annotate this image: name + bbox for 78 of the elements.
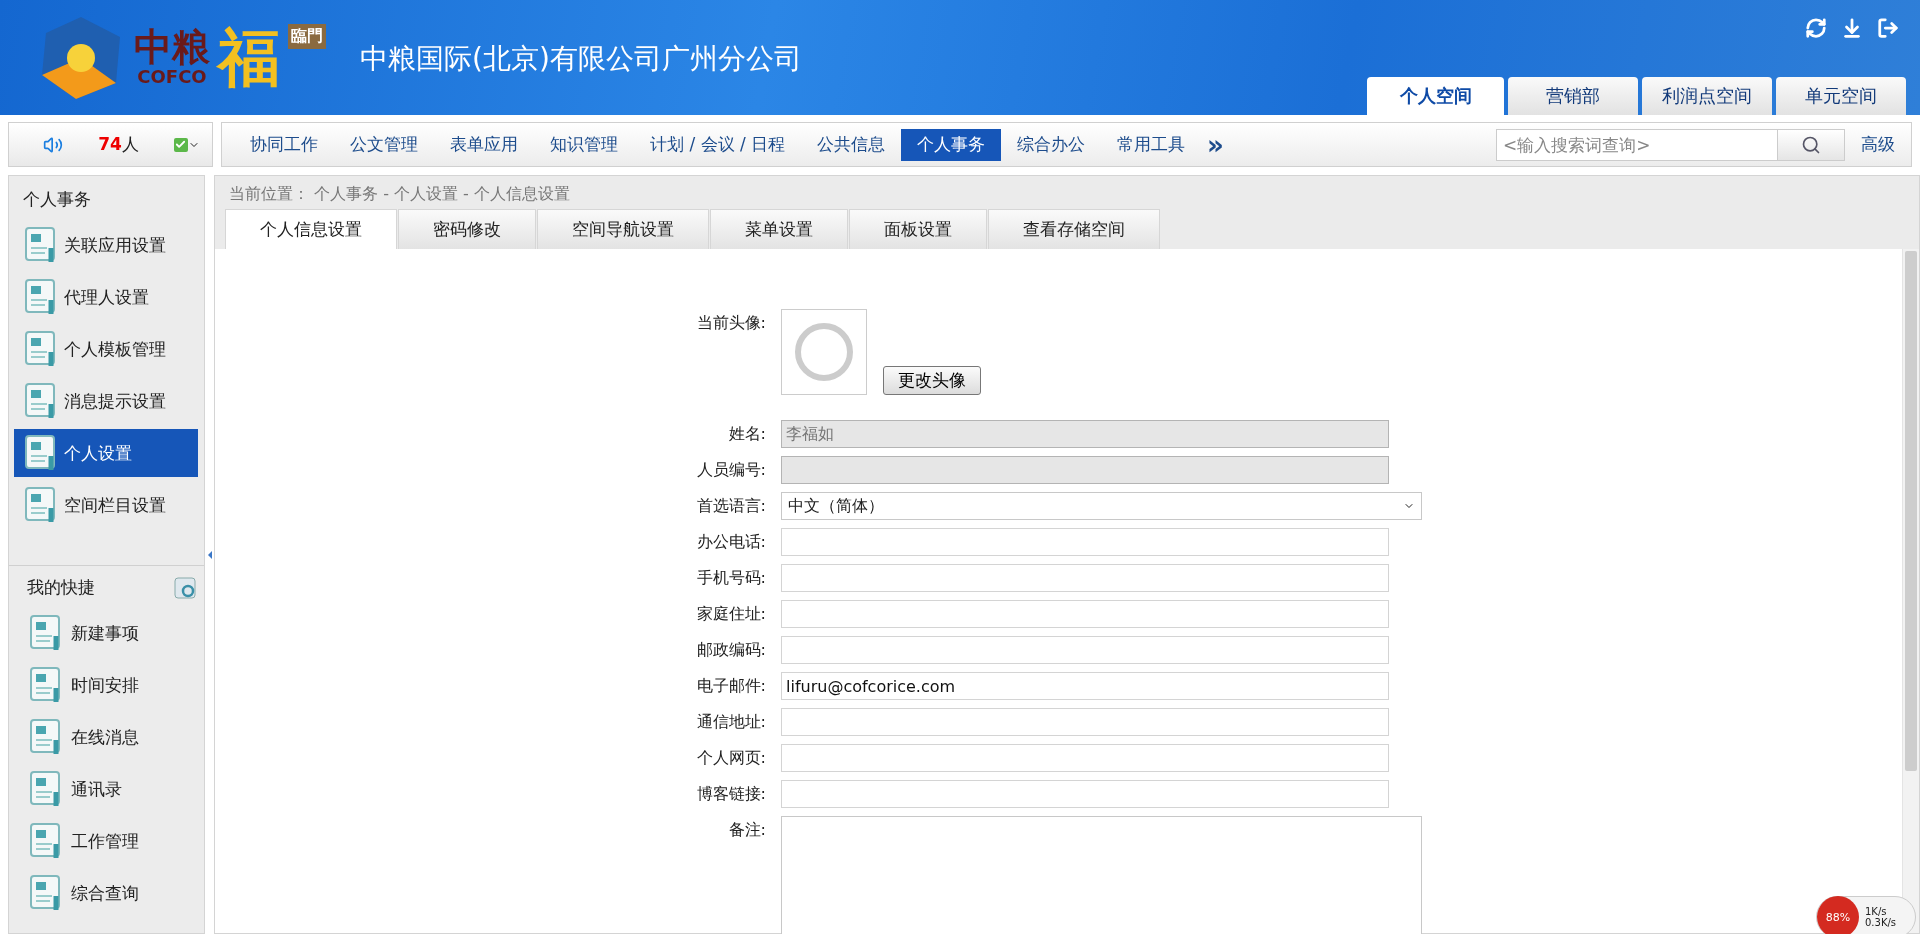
field-label: 博客链接: — [695, 783, 766, 805]
sidebar-item[interactable]: 个人设置 — [14, 429, 198, 477]
space-tab[interactable]: 个人空间 — [1367, 77, 1504, 115]
logo-calligraphy: 福 — [218, 26, 280, 89]
settings-tab[interactable]: 个人信息设置 — [225, 209, 397, 249]
field-label: 备注: — [727, 819, 766, 841]
shortcut-item[interactable]: 综合查询 — [9, 867, 204, 919]
settings-tab[interactable]: 密码修改 — [398, 209, 536, 249]
language-select[interactable]: 中文（简体） — [781, 492, 1422, 520]
company-title: 中粮国际(北京)有限公司广州分公司 — [360, 41, 802, 77]
sidebar-item[interactable]: 消息提示设置 — [14, 377, 198, 425]
field-label: 邮政编码: — [695, 639, 766, 661]
settings-tab[interactable]: 查看存储空间 — [988, 209, 1160, 249]
settings-tab[interactable]: 菜单设置 — [710, 209, 848, 249]
advanced-search-link[interactable]: 高级 — [1845, 133, 1911, 156]
menu-item[interactable]: 计划 / 会议 / 日程 — [634, 128, 802, 161]
field-label: 人员编号: — [695, 459, 766, 481]
input-field[interactable] — [781, 780, 1389, 808]
upload-rate: 1K/s — [1865, 906, 1888, 917]
input-field[interactable] — [781, 564, 1389, 592]
input-field[interactable]: lifuru@cofcorice.com — [781, 672, 1389, 700]
shortcut-item[interactable]: 通讯录 — [9, 763, 204, 815]
cpu-percent: 88% — [1817, 896, 1859, 934]
search-button[interactable] — [1778, 128, 1845, 161]
space-tab[interactable]: 利润点空间 — [1642, 77, 1772, 115]
online-count: 74人 — [98, 133, 139, 156]
shortcut-item[interactable]: 工作管理 — [9, 815, 204, 867]
field-label: 手机号码: — [695, 567, 766, 589]
shortcut-item[interactable]: 在线消息 — [9, 711, 204, 763]
search-icon — [1801, 134, 1821, 155]
menu-item[interactable]: 综合办公 — [1001, 128, 1102, 161]
field-label: 当前头像: — [695, 312, 766, 334]
space-tab[interactable]: 单元空间 — [1776, 77, 1906, 115]
field-label: 家庭住址: — [695, 603, 766, 625]
field-label: 首选语言: — [695, 495, 766, 517]
menu-item[interactable]: 协同工作 — [234, 128, 334, 161]
input-field[interactable] — [781, 636, 1389, 664]
menu-item[interactable]: 公文管理 — [334, 128, 434, 161]
shortcut-item[interactable]: 新建事项 — [9, 607, 204, 659]
field-label: 电子邮件: — [695, 675, 766, 697]
sidebar-title: 个人事务 — [22, 188, 92, 211]
shortcuts-title: 我的快捷 — [27, 576, 95, 599]
space-tab[interactable]: 营销部 — [1508, 77, 1638, 115]
logo-stamp: 臨門 — [288, 24, 326, 49]
sidebar-item[interactable]: 关联应用设置 — [14, 221, 198, 269]
menu-item[interactable]: 知识管理 — [534, 128, 634, 161]
scrollbar[interactable] — [1902, 249, 1919, 933]
input-field[interactable] — [781, 600, 1389, 628]
download-rate: 0.3K/s — [1865, 917, 1897, 928]
input-field[interactable] — [781, 744, 1389, 772]
menu-item[interactable]: 公共信息 — [801, 128, 902, 161]
more-menu-button[interactable]: » — [1201, 129, 1224, 160]
menu-item[interactable]: 表单应用 — [434, 128, 534, 161]
sidebar-item[interactable]: 空间栏目设置 — [14, 481, 198, 529]
breadcrumb: 当前位置： 个人事务 - 个人设置 - 个人信息设置 — [215, 176, 1919, 209]
shortcut-item[interactable]: 时间安排 — [9, 659, 204, 711]
field-label: 通信地址: — [695, 711, 766, 733]
change-avatar-button[interactable]: 更改头像 — [883, 366, 981, 395]
speaker-icon[interactable] — [43, 134, 63, 155]
menu-item[interactable]: 个人事务 — [901, 128, 1002, 161]
logo-text: 中粮 — [134, 28, 210, 66]
status-dropdown-icon[interactable] — [174, 137, 200, 152]
remarks-field[interactable] — [781, 816, 1422, 934]
field-label: 姓名: — [727, 423, 766, 445]
sidebar-item[interactable]: 个人模板管理 — [14, 325, 198, 373]
sidebar-item[interactable]: 代理人设置 — [14, 273, 198, 321]
menu-item[interactable]: 常用工具 — [1101, 128, 1202, 161]
gear-icon[interactable] — [174, 576, 196, 599]
settings-tab[interactable]: 面板设置 — [849, 209, 987, 249]
refresh-icon[interactable] — [1804, 16, 1828, 40]
field-label: 办公电话: — [695, 531, 766, 553]
field-label: 个人网页: — [695, 747, 766, 769]
logout-icon[interactable] — [1876, 16, 1900, 40]
settings-tab[interactable]: 空间导航设置 — [537, 209, 709, 249]
logo-text: COFCO — [137, 66, 207, 87]
search-field[interactable]: <输入搜索词查询> — [1496, 128, 1778, 161]
input-field[interactable] — [781, 708, 1389, 736]
input-field[interactable] — [781, 528, 1389, 556]
